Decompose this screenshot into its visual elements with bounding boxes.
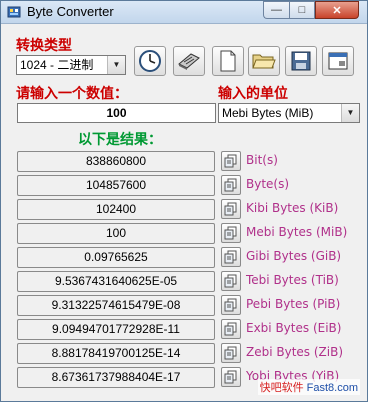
app-window: Byte Converter — □ ✕ 转换类型 1024 - 二进制 ▼ 请…: [0, 0, 368, 402]
result-row: 104857600 Byte(s): [17, 175, 357, 197]
result-unit-label: Exbi Bytes (EiB): [246, 321, 342, 335]
result-value-field[interactable]: 0.09765625: [17, 247, 215, 268]
result-unit-label: Gibi Bytes (GiB): [246, 249, 342, 263]
copy-icon: [224, 274, 237, 288]
result-row: 0.09765625 Gibi Bytes (GiB): [17, 247, 357, 269]
minimize-button[interactable]: —: [263, 1, 289, 19]
clock-button[interactable]: [134, 46, 166, 76]
copy-button[interactable]: [221, 199, 241, 219]
result-value-field[interactable]: 9.31322574615479E-08: [17, 295, 215, 316]
copy-button[interactable]: [221, 271, 241, 291]
result-value-field[interactable]: 9.5367431640625E-05: [17, 271, 215, 292]
input-unit-value: Mebi Bytes (MiB): [222, 106, 314, 120]
copy-icon: [224, 322, 237, 336]
result-row: 9.09494701772928E-11 Exbi Bytes (EiB): [17, 319, 357, 341]
watermark-text-cn: 快吧软件: [259, 382, 304, 394]
copy-button[interactable]: [221, 295, 241, 315]
result-row: 9.31322574615479E-08 Pebi Bytes (PiB): [17, 295, 357, 317]
chevron-down-icon: ▼: [341, 104, 359, 122]
result-value-field[interactable]: 104857600: [17, 175, 215, 196]
copy-button[interactable]: [221, 343, 241, 363]
copy-icon: [224, 154, 237, 168]
conversion-type-value: 1024 - 二进制: [20, 58, 94, 72]
window-button[interactable]: [322, 46, 354, 76]
result-unit-label: Mebi Bytes (MiB): [246, 225, 348, 239]
result-row: 100 Mebi Bytes (MiB): [17, 223, 357, 245]
copy-icon: [224, 202, 237, 216]
copy-icon: [224, 298, 237, 312]
result-value-field[interactable]: 8.67361737988404E-17: [17, 367, 215, 388]
result-unit-label: Tebi Bytes (TiB): [246, 273, 339, 287]
copy-button[interactable]: [221, 151, 241, 171]
window-icon: [328, 52, 348, 70]
input-unit-label: 输入的单位: [218, 86, 288, 102]
result-value-field[interactable]: 9.09494701772928E-11: [17, 319, 215, 340]
copy-button[interactable]: [221, 247, 241, 267]
result-value-field[interactable]: 100: [17, 223, 215, 244]
result-row: 838860800 Bit(s): [17, 151, 357, 173]
new-file-icon: [220, 50, 236, 72]
calculator-icon: [178, 53, 200, 70]
watermark-text-en: Fast8.com: [306, 382, 358, 394]
result-value-field[interactable]: 102400: [17, 199, 215, 220]
result-value-field[interactable]: 8.88178419700125E-14: [17, 343, 215, 364]
open-folder-icon: [252, 54, 276, 69]
watermark: 快吧软件 Fast8.com: [257, 379, 360, 395]
conversion-type-label: 转换类型: [16, 38, 72, 54]
conversion-type-select[interactable]: 1024 - 二进制 ▼: [16, 55, 126, 75]
save-icon: [291, 51, 311, 71]
copy-icon: [224, 346, 237, 360]
app-icon: [7, 6, 21, 18]
window-title: Byte Converter: [27, 4, 114, 19]
copy-button[interactable]: [221, 223, 241, 243]
result-unit-label: Pebi Bytes (PiB): [246, 297, 341, 311]
input-value-label: 请输入一个数值：: [16, 86, 128, 102]
result-value-field[interactable]: 838860800: [17, 151, 215, 172]
value-input[interactable]: 100: [17, 103, 216, 123]
copy-button[interactable]: [221, 175, 241, 195]
open-folder-button[interactable]: [248, 46, 280, 76]
new-file-button[interactable]: [212, 46, 244, 76]
maximize-button[interactable]: □: [289, 1, 315, 19]
result-row: 102400 Kibi Bytes (KiB): [17, 199, 357, 221]
copy-button[interactable]: [221, 319, 241, 339]
clock-icon: [139, 50, 161, 72]
copy-button[interactable]: [221, 367, 241, 387]
main-panel: 转换类型 1024 - 二进制 ▼ 请输入一个数值： 输入的单位 100 Meb…: [6, 29, 362, 397]
result-row: 8.88178419700125E-14 Zebi Bytes (ZiB): [17, 343, 357, 365]
result-row: 9.5367431640625E-05 Tebi Bytes (TiB): [17, 271, 357, 293]
copy-icon: [224, 370, 237, 384]
calculator-button[interactable]: [173, 46, 205, 76]
result-unit-label: Kibi Bytes (KiB): [246, 201, 339, 215]
result-unit-label: Byte(s): [246, 177, 290, 191]
chevron-down-icon: ▼: [107, 56, 125, 74]
copy-icon: [224, 226, 237, 240]
result-unit-label: Bit(s): [246, 153, 278, 167]
close-button[interactable]: ✕: [315, 1, 359, 19]
result-unit-label: Zebi Bytes (ZiB): [246, 345, 344, 359]
results-label: 以下是结果：: [78, 132, 162, 148]
save-button[interactable]: [285, 46, 317, 76]
title-bar[interactable]: Byte Converter — □ ✕: [1, 1, 367, 24]
copy-icon: [224, 250, 237, 264]
input-unit-select[interactable]: Mebi Bytes (MiB) ▼: [218, 103, 360, 123]
copy-icon: [224, 178, 237, 192]
